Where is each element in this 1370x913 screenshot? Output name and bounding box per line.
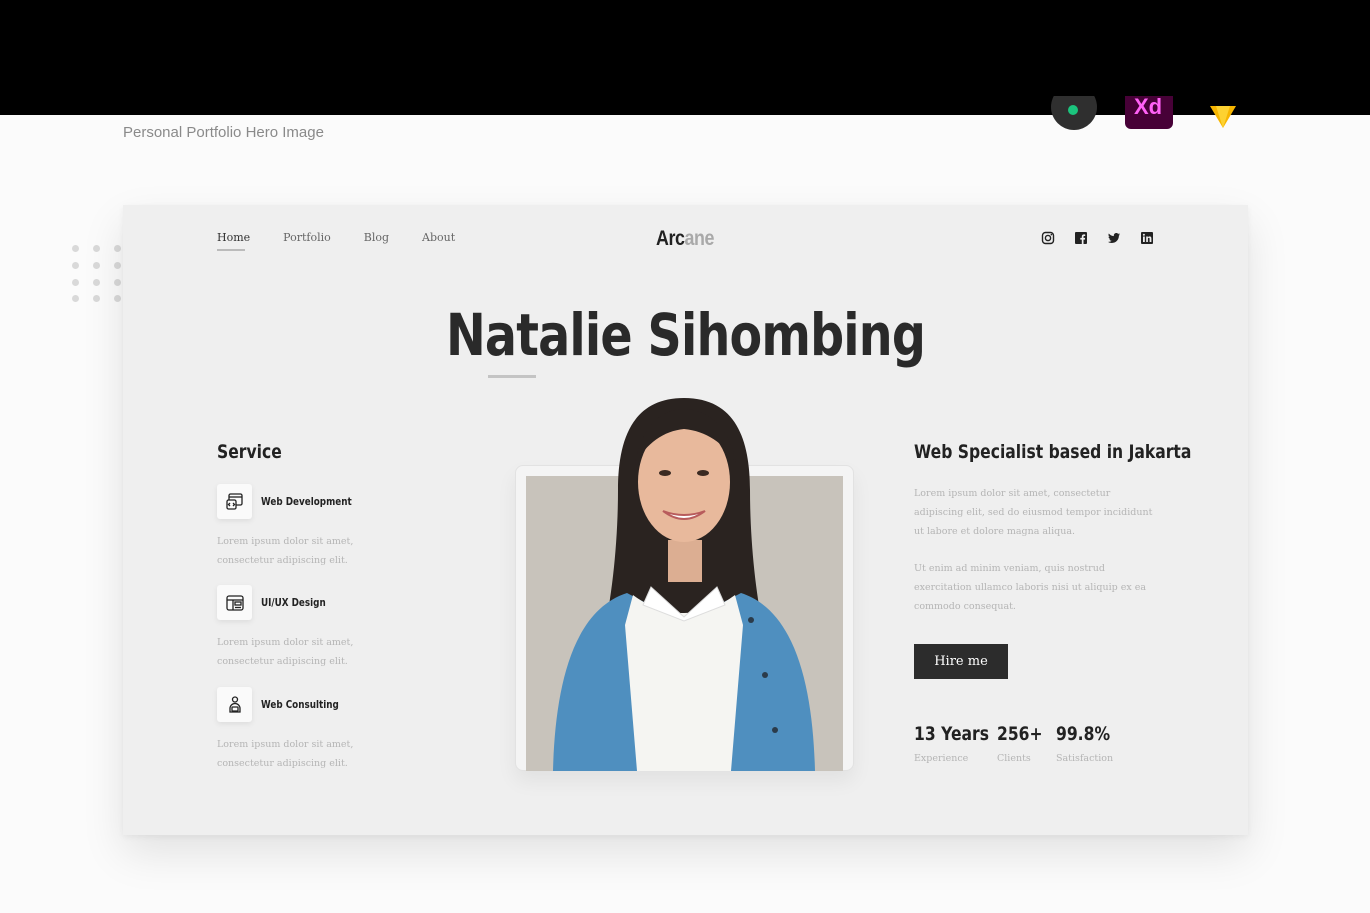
service-name: UI/UX Design — [261, 596, 326, 609]
site-logo[interactable]: Arcane — [656, 227, 714, 251]
sketch-icon — [1208, 96, 1238, 130]
nav-link-home[interactable]: Home — [217, 231, 250, 251]
service-description: Lorem ipsum dolor sit amet, consectetur … — [217, 536, 354, 566]
adobe-xd-icon: Xd — [1125, 96, 1173, 130]
stat-satisfaction: 99.8% Satisfaction — [1056, 723, 1122, 764]
about-paragraph-2: Ut enim ad minim veniam, quis nostrud ex… — [914, 563, 1147, 612]
service-name: Web Development — [261, 495, 352, 508]
instagram-icon[interactable] — [1041, 231, 1055, 245]
service-description: Lorem ipsum dolor sit amet, consectetur … — [217, 739, 354, 769]
figma-icon — [1051, 96, 1097, 130]
facebook-icon[interactable] — [1074, 231, 1088, 245]
website-mockup: Home Portfolio Blog About Arcane Natalie… — [123, 205, 1248, 835]
ui-ux-design-icon — [217, 585, 252, 620]
twitter-icon[interactable] — [1107, 231, 1121, 245]
decorative-dot-grid — [72, 245, 122, 305]
page-caption: Personal Portfolio Hero Image — [123, 124, 324, 141]
stat-label: Clients — [997, 753, 1031, 764]
stat-value: 99.8% — [1056, 723, 1111, 745]
logo-dark-part: Arc — [656, 227, 685, 250]
nav-link-about[interactable]: About — [422, 231, 455, 244]
nav-link-portfolio[interactable]: Portfolio — [283, 231, 331, 244]
about-heading: Web Specialist based in Jakarta — [914, 441, 1192, 463]
logo-light-part: ane — [684, 227, 715, 250]
main-nav: Home Portfolio Blog About — [217, 231, 488, 251]
stat-label: Experience — [914, 753, 969, 764]
stat-value: 256+ — [997, 723, 1043, 745]
web-development-icon — [217, 484, 252, 519]
stat-value: 13 Years — [914, 723, 990, 745]
stat-clients: 256+ Clients — [997, 723, 1053, 764]
web-consulting-icon — [217, 687, 252, 722]
social-links — [1041, 231, 1154, 245]
linkedin-icon[interactable] — [1140, 231, 1154, 245]
service-description: Lorem ipsum dolor sit amet, consectetur … — [217, 637, 354, 667]
profile-photo — [513, 355, 856, 771]
about-paragraph-1: Lorem ipsum dolor sit amet, consectetur … — [914, 488, 1153, 537]
stat-label: Satisfaction — [1056, 753, 1114, 764]
service-heading: Service — [217, 441, 282, 463]
service-name: Web Consulting — [261, 698, 339, 711]
stat-experience: 13 Years Experience — [914, 723, 1005, 764]
hire-me-button[interactable]: Hire me — [914, 644, 1008, 679]
nav-link-blog[interactable]: Blog — [364, 231, 389, 244]
